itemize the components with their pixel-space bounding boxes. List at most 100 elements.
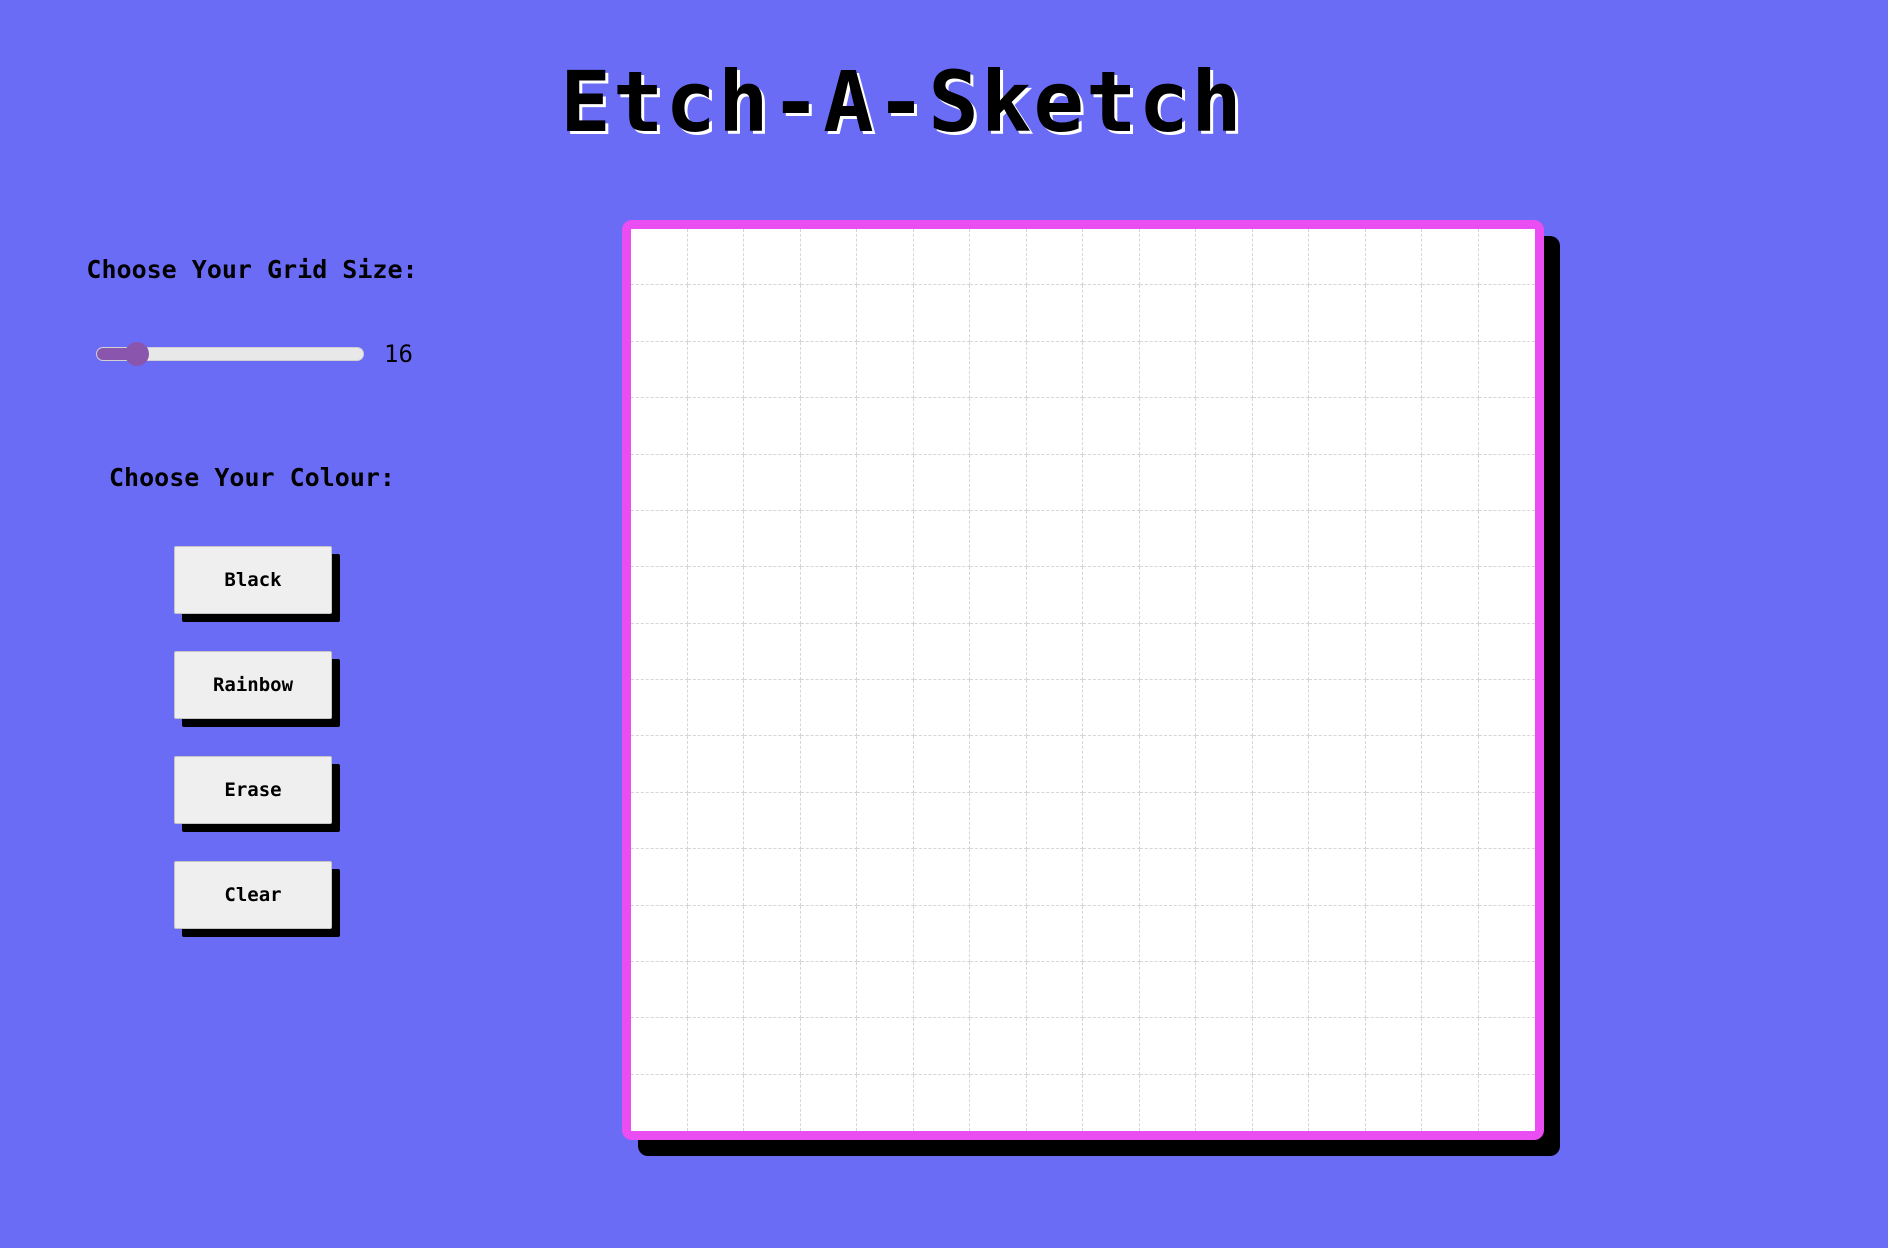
grid-cell[interactable]: [857, 961, 914, 1019]
grid-cell[interactable]: [1365, 567, 1422, 624]
grid-cell[interactable]: [687, 229, 744, 286]
grid-cell[interactable]: [1139, 454, 1196, 511]
grid-cell[interactable]: [631, 341, 688, 399]
grid-cell[interactable]: [744, 341, 801, 399]
grid-cell[interactable]: [687, 1074, 744, 1131]
grid-cell[interactable]: [1422, 961, 1479, 1019]
grid-cell[interactable]: [631, 792, 688, 850]
grid-cell[interactable]: [1026, 623, 1083, 680]
grid-cell[interactable]: [1478, 510, 1535, 568]
grid-cell[interactable]: [800, 341, 857, 399]
grid-cell[interactable]: [913, 454, 970, 511]
grid-cell[interactable]: [857, 905, 914, 962]
grid-cell[interactable]: [1252, 792, 1309, 850]
grid-cell[interactable]: [800, 229, 857, 286]
grid-cell[interactable]: [913, 680, 970, 737]
grid-cell[interactable]: [1139, 961, 1196, 1019]
grid-cell[interactable]: [913, 961, 970, 1019]
grid-cell[interactable]: [800, 736, 857, 793]
grid-cell[interactable]: [1365, 1074, 1422, 1131]
grid-cell[interactable]: [1422, 849, 1479, 906]
grid-cell[interactable]: [800, 1074, 857, 1131]
grid-cell[interactable]: [1196, 567, 1253, 624]
grid-cell[interactable]: [1365, 792, 1422, 850]
grid-cell[interactable]: [1139, 849, 1196, 906]
grid-cell[interactable]: [913, 510, 970, 568]
grid-cell[interactable]: [1083, 1074, 1140, 1131]
grid-cell[interactable]: [744, 1074, 801, 1131]
grid-cell[interactable]: [800, 792, 857, 850]
grid-cell[interactable]: [1365, 510, 1422, 568]
grid-cell[interactable]: [1083, 961, 1140, 1019]
grid-cell[interactable]: [631, 567, 688, 624]
grid-cell[interactable]: [913, 229, 970, 286]
grid-cell[interactable]: [687, 680, 744, 737]
grid-cell[interactable]: [1083, 905, 1140, 962]
grid-cell[interactable]: [970, 398, 1027, 455]
grid-cell[interactable]: [970, 736, 1027, 793]
grid-cell[interactable]: [800, 680, 857, 737]
grid-cell[interactable]: [631, 623, 688, 680]
grid-cell[interactable]: [1309, 341, 1366, 399]
grid-cell[interactable]: [1196, 680, 1253, 737]
grid-cell[interactable]: [1309, 905, 1366, 962]
grid-cell[interactable]: [1478, 1018, 1535, 1075]
grid-cell[interactable]: [687, 623, 744, 680]
grid-cell[interactable]: [1139, 567, 1196, 624]
grid-cell[interactable]: [1252, 454, 1309, 511]
grid-cell[interactable]: [857, 680, 914, 737]
grid-cell[interactable]: [913, 341, 970, 399]
grid-cell[interactable]: [631, 1074, 688, 1131]
grid-cell[interactable]: [970, 1074, 1027, 1131]
grid-cell[interactable]: [687, 398, 744, 455]
grid-cell[interactable]: [1252, 229, 1309, 286]
grid-cell[interactable]: [970, 792, 1027, 850]
grid-cell[interactable]: [800, 905, 857, 962]
grid-cell[interactable]: [1252, 1018, 1309, 1075]
grid-cell[interactable]: [1252, 398, 1309, 455]
grid-cell[interactable]: [1422, 736, 1479, 793]
grid-cell[interactable]: [744, 1018, 801, 1075]
grid-cell[interactable]: [1365, 623, 1422, 680]
grid-cell[interactable]: [857, 398, 914, 455]
grid-cell[interactable]: [1196, 961, 1253, 1019]
grid-cell[interactable]: [1309, 285, 1366, 342]
grid-cell[interactable]: [1026, 229, 1083, 286]
grid-cell[interactable]: [1478, 229, 1535, 286]
grid-cell[interactable]: [1139, 285, 1196, 342]
grid-cell[interactable]: [970, 680, 1027, 737]
grid-cell[interactable]: [1026, 1018, 1083, 1075]
grid-cell[interactable]: [1309, 229, 1366, 286]
grid-cell[interactable]: [1026, 792, 1083, 850]
grid-cell[interactable]: [1026, 454, 1083, 511]
grid-cell[interactable]: [1365, 1018, 1422, 1075]
grid-cell[interactable]: [1196, 849, 1253, 906]
grid-cell[interactable]: [687, 285, 744, 342]
grid-cell[interactable]: [687, 736, 744, 793]
grid-cell[interactable]: [1026, 680, 1083, 737]
grid-cell[interactable]: [970, 341, 1027, 399]
grid-cell[interactable]: [1422, 905, 1479, 962]
grid-cell[interactable]: [913, 1018, 970, 1075]
grid-cell[interactable]: [744, 285, 801, 342]
grid-cell[interactable]: [1083, 510, 1140, 568]
grid-cell[interactable]: [857, 849, 914, 906]
sketch-grid[interactable]: [631, 229, 1535, 1131]
grid-cell[interactable]: [1252, 341, 1309, 399]
grid-cell[interactable]: [970, 623, 1027, 680]
grid-cell[interactable]: [1422, 623, 1479, 680]
grid-cell[interactable]: [1252, 680, 1309, 737]
grid-cell[interactable]: [1083, 341, 1140, 399]
grid-cell[interactable]: [1139, 680, 1196, 737]
grid-cell[interactable]: [913, 905, 970, 962]
grid-cell[interactable]: [1422, 454, 1479, 511]
grid-cell[interactable]: [1478, 623, 1535, 680]
grid-cell[interactable]: [631, 285, 688, 342]
grid-cell[interactable]: [1083, 623, 1140, 680]
grid-cell[interactable]: [1139, 1018, 1196, 1075]
grid-cell[interactable]: [800, 849, 857, 906]
grid-cell[interactable]: [1026, 849, 1083, 906]
grid-cell[interactable]: [1422, 510, 1479, 568]
grid-cell[interactable]: [1026, 567, 1083, 624]
grid-cell[interactable]: [857, 285, 914, 342]
